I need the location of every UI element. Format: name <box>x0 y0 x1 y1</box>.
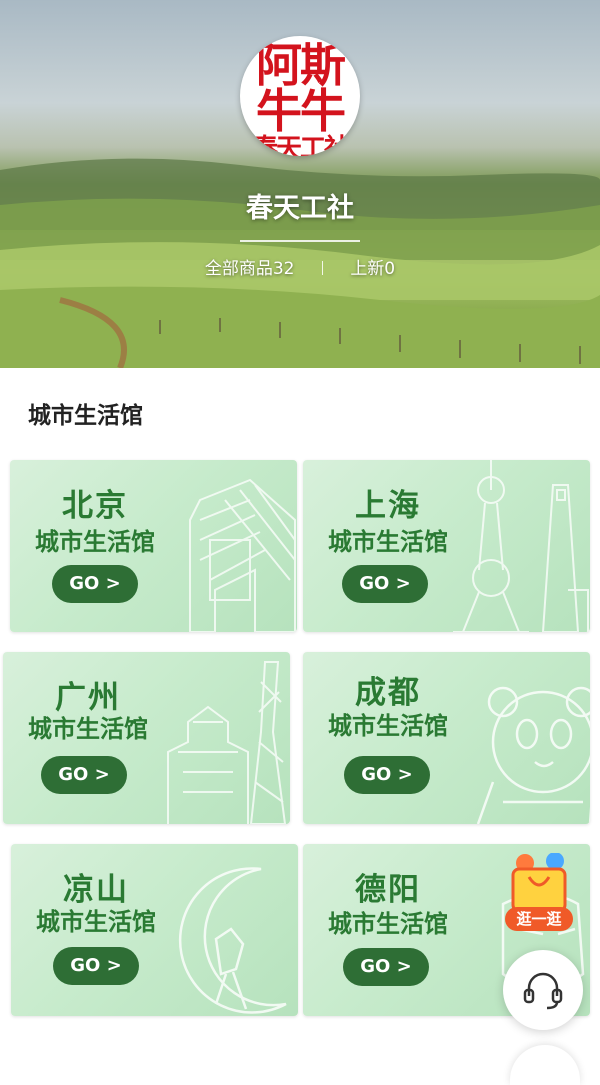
city-card-shanghai[interactable]: 上海 城市生活馆 GO > <box>303 460 590 632</box>
new-arrivals-count[interactable]: 上新0 <box>350 259 395 279</box>
headset-icon <box>523 972 563 1010</box>
go-button[interactable]: GO > <box>53 947 139 985</box>
stroll-shop-label: 逛一逛 <box>516 910 562 928</box>
city-card-beijing[interactable]: 北京 城市生活馆 GO > <box>10 460 297 632</box>
shop-name: 春天工社 <box>246 193 354 224</box>
section-title: 城市生活馆 <box>28 403 143 429</box>
shop-header-banner: 阿斯 牛牛 春天工社 春天工社 全部商品32 上新0 <box>0 0 600 368</box>
shop-stats: 全部商品32 上新0 <box>0 254 600 279</box>
shop-logo: 阿斯 牛牛 春天工社 <box>240 36 360 156</box>
city-card-guangzhou[interactable]: 广州 城市生活馆 GO > <box>3 652 290 824</box>
card-subtitle: 城市生活馆 <box>36 908 156 936</box>
go-button[interactable]: GO > <box>52 565 138 603</box>
go-button[interactable]: GO > <box>41 756 127 794</box>
logo-text-line-3: 春天工社 <box>251 134 350 156</box>
all-products-count[interactable]: 全部商品32 <box>205 259 295 279</box>
go-button[interactable]: GO > <box>342 565 428 603</box>
card-subtitle: 城市生活馆 <box>328 712 448 740</box>
card-subtitle: 城市生活馆 <box>328 528 448 556</box>
city-card-liangshan[interactable]: 凉山 城市生活馆 GO > <box>11 844 298 1016</box>
stats-separator <box>321 261 323 275</box>
card-subtitle: 城市生活馆 <box>328 910 448 938</box>
floating-button-partial[interactable] <box>510 1045 580 1085</box>
customer-service-button[interactable] <box>503 950 583 1030</box>
go-button[interactable]: GO > <box>343 948 429 986</box>
logo-text-line-1: 阿斯 <box>256 38 346 92</box>
logo-text-line-2: 牛牛 <box>256 84 346 138</box>
stroll-shop-float-button[interactable]: 逛一逛 <box>503 852 575 935</box>
card-subtitle: 城市生活馆 <box>28 715 148 743</box>
card-city-name: 德阳 <box>355 872 421 908</box>
card-subtitle: 城市生活馆 <box>35 528 155 556</box>
card-city-name: 北京 <box>62 488 128 524</box>
name-divider <box>240 240 360 242</box>
go-button[interactable]: GO > <box>344 756 430 794</box>
city-card-chengdu[interactable]: 成都 城市生活馆 GO > <box>303 652 590 824</box>
card-city-name: 上海 <box>355 488 421 524</box>
